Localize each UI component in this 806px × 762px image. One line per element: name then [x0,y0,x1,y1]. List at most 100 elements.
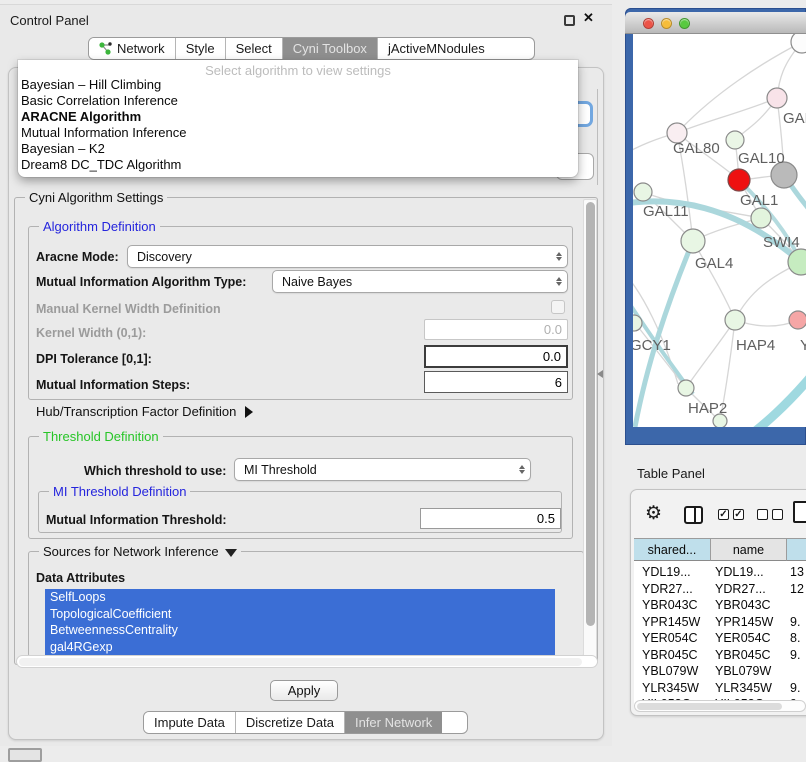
table-row[interactable]: YBR043C YBR043C [634,598,806,615]
close-window-light[interactable] [643,18,654,29]
data-attribute-item[interactable]: gal4RGexp [45,639,555,656]
which-threshold-combo[interactable]: MI Threshold [234,458,531,481]
network-node-label: GAL80 [673,140,720,157]
network-node[interactable] [728,169,750,191]
network-window-titlebar[interactable] [625,12,806,34]
which-threshold-label: Which threshold to use: [84,464,226,478]
network-node[interactable] [726,131,744,149]
network-node[interactable] [678,380,694,396]
data-attributes-list: SelfLoopsTopologicalCoefficientBetweenne… [45,589,555,655]
network-node-label: HAP2 [688,400,727,417]
tab-impute-data[interactable]: Impute Data [144,712,236,733]
combo-arrows-icon [514,465,530,474]
control-panel-title: Control Panel [10,13,89,28]
tab-jactivemnodules[interactable]: jActiveMNodules [378,38,495,59]
tab-cyni-toolbox[interactable]: Cyni Toolbox [283,38,378,59]
network-node-label: Y [800,337,806,354]
minimize-window-light[interactable] [661,18,672,29]
data-attribute-item[interactable]: BetweennessCentrality [45,622,555,639]
dpi-tolerance-label: DPI Tolerance [0,1]: [36,352,152,366]
minimized-panel-icon[interactable] [8,748,42,762]
table-row[interactable]: YLR345W YLR345W 9. [634,681,806,698]
dropdown-items: Bayesian – Hill ClimbingBasic Correlatio… [20,77,576,173]
network-graph [633,34,806,427]
collapse-arrow-icon [225,549,237,557]
group-title: Threshold Definition [39,429,163,444]
network-node-label: SWI4 [763,234,800,251]
network-node-label: GAL11 [643,203,689,220]
manual-kernel-width-checkbox [551,300,565,314]
apply-button[interactable]: Apply [270,680,338,701]
combo-arrows-icon [551,252,567,261]
dropdown-item[interactable]: Dream8 DC_TDC Algorithm [20,157,576,173]
tab-discretize-data[interactable]: Discretize Data [236,712,345,733]
data-attribute-item[interactable]: SelfLoops [45,589,555,606]
unchecked-box-icon [772,509,783,520]
tab-style[interactable]: Style [176,38,226,59]
zoom-window-light[interactable] [679,18,690,29]
table-row[interactable]: YPR145W YPR145W 9. [634,615,806,632]
network-icon [99,41,112,56]
group-border-fragment [597,89,598,185]
unchecked-box-icon [757,509,768,520]
network-node[interactable] [789,311,806,329]
aracne-mode-label: Aracne Mode: [36,250,119,264]
network-node[interactable] [725,310,745,330]
group-title: Algorithm Definition [39,219,160,234]
mi-algorithm-type-combo[interactable]: Naive Bayes [272,270,568,293]
dropdown-item[interactable]: Bayesian – K2 [20,141,576,157]
network-node-label: GAL10 [738,150,785,167]
scrollbar-thumb[interactable] [19,658,582,666]
mi-threshold-field[interactable] [420,508,561,529]
table-row[interactable]: YBR045C YBR045C 9. [634,648,806,665]
group-title: MI Threshold Definition [49,484,190,499]
tab-network[interactable]: Network [89,38,176,59]
dropdown-item[interactable]: Mutual Information Inference [20,125,576,141]
tab-select[interactable]: Select [226,38,283,59]
network-node-label: GAL [783,110,806,127]
dropdown-item[interactable]: ARACNE Algorithm [20,109,576,125]
network-canvas[interactable]: GALGAL80GAL10GAL1GAL11SWI4GAL4GCY1HAP4YH… [633,34,806,427]
column-view-icon[interactable] [684,506,703,524]
table-row[interactable]: YDL19... YDL19... 13 [634,565,806,582]
tab-infer-network[interactable]: Infer Network [345,712,442,733]
new-table-icon[interactable] [793,501,806,523]
settings-horizontal-scrollbar[interactable] [16,655,598,668]
group-title: Sources for Network Inference [39,544,241,559]
select-all-columns-icon[interactable]: ✓ ✓ [718,509,744,520]
table-header: shared... name [634,538,806,561]
data-attributes-label: Data Attributes [36,571,125,585]
table-row[interactable]: YDR27... YDR27... 12 [634,582,806,599]
deselect-all-columns-icon[interactable] [757,509,783,520]
column-header-partial[interactable] [787,538,806,561]
dpi-tolerance-field[interactable] [424,345,568,368]
settings-vertical-scrollbar[interactable] [583,199,597,661]
column-header-name[interactable]: name [711,538,787,561]
scrollbar-thumb[interactable] [586,202,595,626]
panel-collapse-handle[interactable] [597,370,603,378]
float-panel-icon[interactable] [564,15,575,26]
scrollbar-thumb[interactable] [637,703,782,710]
table-horizontal-scrollbar[interactable] [634,700,806,712]
dropdown-item[interactable]: Basic Correlation Inference [20,93,576,109]
settings-gear-icon[interactable]: ⚙ [645,502,662,525]
table-body: YDL19... YDL19... 13 YDR27... YDR27... 1… [634,561,806,707]
network-node[interactable] [767,88,787,108]
aracne-mode-combo[interactable]: Discovery [127,245,568,268]
combo-arrows-icon [551,277,567,286]
column-header-shared-name[interactable]: shared... [634,538,711,561]
network-node[interactable] [634,183,652,201]
network-node[interactable] [681,229,705,253]
hub-transcription-factor-expander[interactable]: Hub/Transcription Factor Definition [36,404,253,419]
mi-steps-field[interactable] [424,371,568,393]
close-panel-icon[interactable]: ✕ [583,10,594,26]
dropdown-item[interactable]: Bayesian – Hill Climbing [20,77,576,93]
network-node-label: GAL4 [695,255,733,272]
mi-algorithm-type-label: Mutual Information Algorithm Type: [36,275,246,289]
network-node[interactable] [791,34,806,53]
table-row[interactable]: YBL079W YBL079W [634,664,806,681]
data-attribute-item[interactable]: TopologicalCoefficient [45,606,555,623]
network-node[interactable] [751,208,771,228]
table-row[interactable]: YER054C YER054C 8. [634,631,806,648]
manual-kernel-width-label: Manual Kernel Width Definition [36,302,221,316]
